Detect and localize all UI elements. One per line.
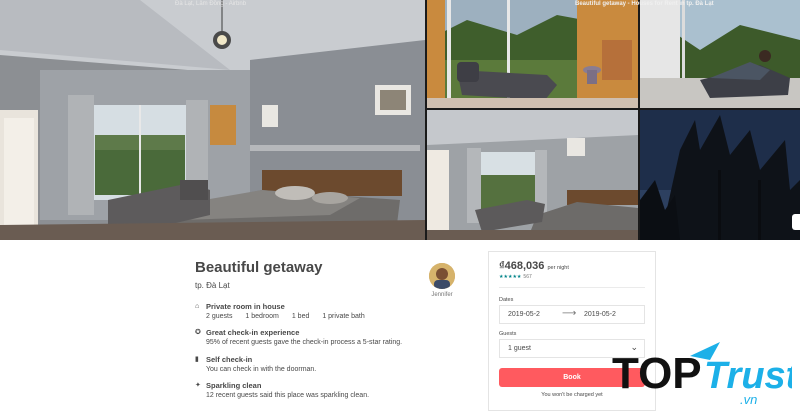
svg-text:TOP: TOP	[612, 349, 702, 398]
divider	[499, 287, 645, 288]
photo-bedroom-wide[interactable]	[427, 110, 638, 240]
toptrust-watermark-logo: TOP Trust .vn	[612, 338, 800, 408]
host-name: Jennifer	[431, 292, 453, 298]
feature-title: Private room in house	[206, 302, 285, 311]
arrow-right-icon: ⟶	[562, 308, 577, 319]
house-icon: ⌂	[195, 303, 200, 310]
photo-man-relaxing[interactable]	[640, 0, 800, 108]
feature-details: 2 guests 1 bedroom 1 bed 1 private bath	[206, 313, 376, 320]
main-photo-bedroom[interactable]	[0, 0, 425, 240]
host-profile[interactable]: Jennifer	[427, 263, 457, 298]
next-photo-button[interactable]	[792, 214, 800, 230]
guests-value: 1 guest	[508, 345, 531, 352]
photo-gallery: Đà Lạt, Lâm Đồng - Airbnb Beautiful geta…	[0, 0, 800, 240]
feature-title: Great check-in experience	[206, 328, 300, 337]
per-night-label: per night	[547, 265, 569, 271]
feature-description: 12 recent guests said this place was spa…	[206, 392, 370, 399]
feature-description: You can check in with the doorman.	[206, 366, 317, 373]
detail-baths: 1 private bath	[322, 313, 365, 320]
medal-icon: ✪	[195, 329, 201, 336]
detail-bedrooms: 1 bedroom	[245, 313, 279, 320]
feature-description: 95% of recent guests gave the check-in p…	[206, 339, 403, 346]
door-icon: ▮	[195, 356, 199, 363]
avatar[interactable]	[429, 263, 455, 289]
photo-night-trees[interactable]	[640, 110, 800, 240]
rating[interactable]: ★★★★★ 567	[499, 274, 532, 280]
photo-window-sofa[interactable]	[427, 0, 638, 108]
listing-city[interactable]: tp. Đà Lạt	[195, 281, 230, 290]
listing-title: Beautiful getaway	[195, 259, 323, 276]
sparkle-icon: ✦	[195, 382, 201, 389]
guests-label: Guests	[499, 331, 517, 337]
svg-text:Trust: Trust	[704, 355, 792, 397]
price-value: ₫468,036	[499, 260, 545, 272]
svg-text:.vn: .vn	[740, 392, 757, 407]
detail-beds: 1 bed	[291, 313, 310, 320]
feature-title: Self check-in	[206, 355, 253, 364]
star-rating-icon: ★★★★★	[499, 274, 522, 280]
feature-title: Sparkling clean	[206, 381, 262, 390]
review-count: 567	[523, 274, 532, 280]
nightly-price: ₫468,036 per night	[499, 260, 569, 272]
detail-guests: 2 guests	[206, 313, 233, 320]
check-in-date[interactable]: 2019-05-2	[508, 311, 540, 318]
date-range-picker: 2019-05-2 ⟶ 2019-05-2	[499, 305, 645, 324]
window-caption-left: Đà Lạt, Lâm Đồng - Airbnb	[175, 1, 247, 7]
check-out-date[interactable]: 2019-05-2	[584, 311, 616, 318]
window-caption-right: Beautiful getaway - Houses for Rent in t…	[575, 1, 714, 7]
dates-label: Dates	[499, 297, 514, 303]
